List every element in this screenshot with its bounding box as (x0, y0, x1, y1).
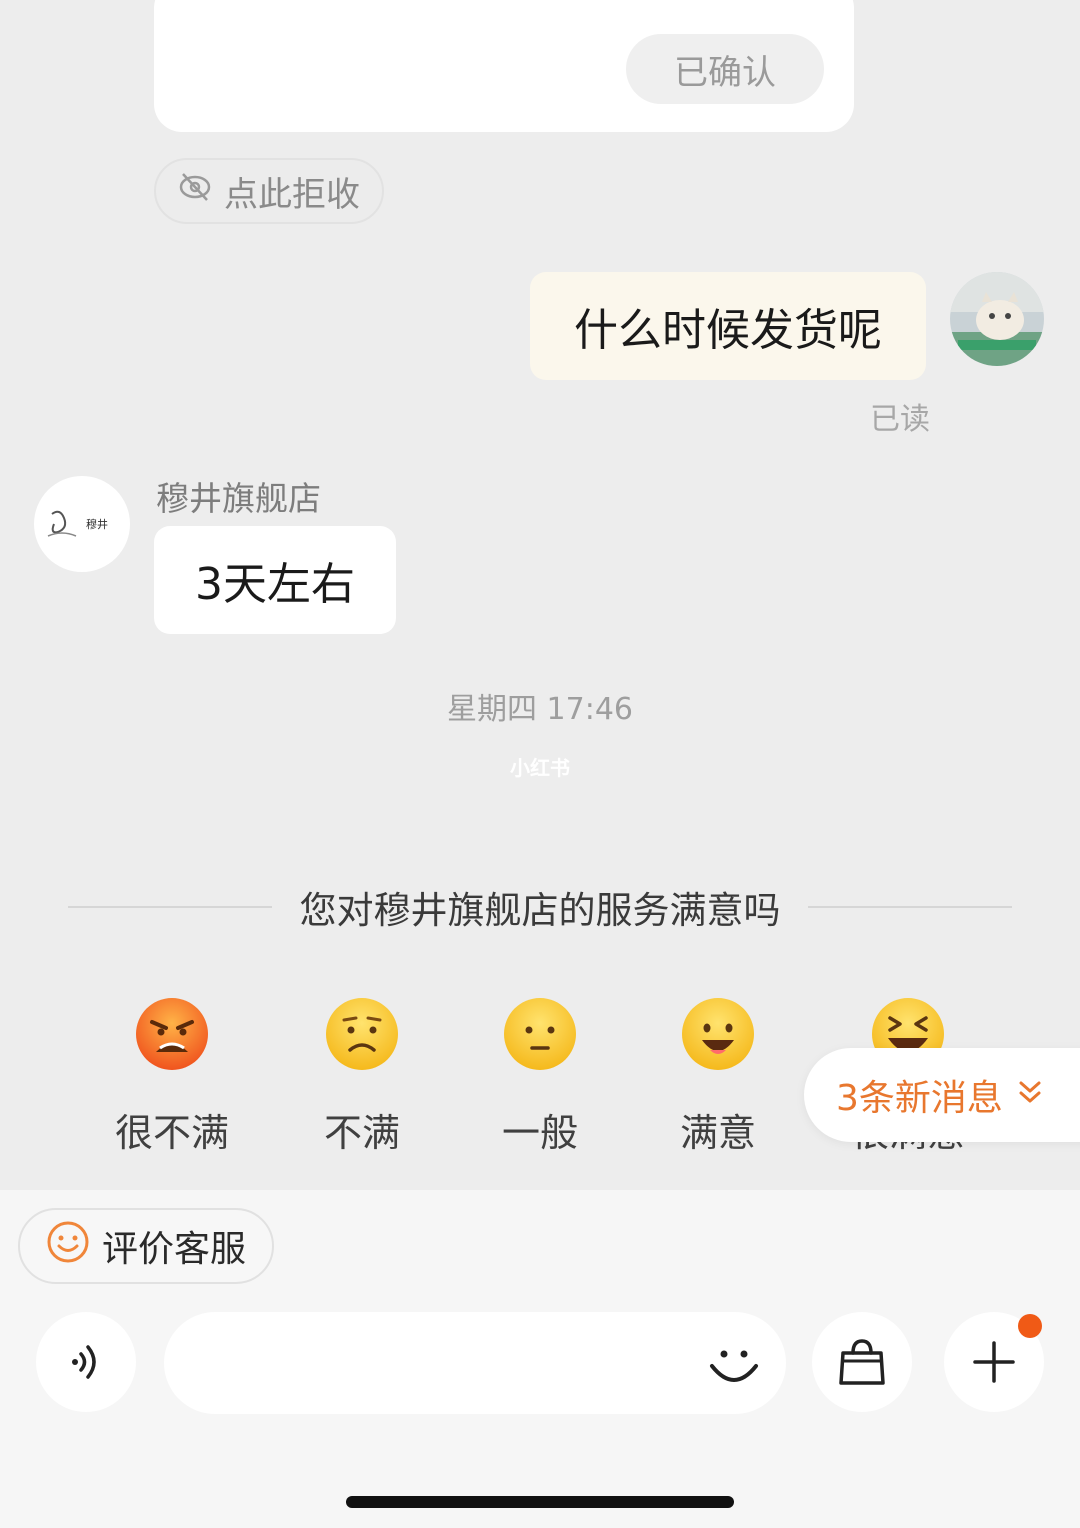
rating-label: 满意 (679, 1111, 756, 1155)
shopping-bag-button[interactable] (812, 1312, 912, 1412)
reject-delivery-button[interactable]: 点此拒收 (154, 158, 384, 224)
new-messages-label: 3条新消息 (836, 1078, 1003, 1119)
eye-off-icon (178, 170, 212, 213)
smile-face-icon (682, 998, 754, 1070)
rating-dissatisfied[interactable]: 不满 (272, 996, 452, 1157)
rate-service-button[interactable]: 评价客服 (18, 1208, 274, 1284)
my-avatar[interactable] (950, 272, 1044, 366)
shopping-bag-icon (839, 1339, 885, 1385)
rating-very-dissatisfied[interactable]: 很不满 (82, 996, 262, 1157)
rate-service-label: 评价客服 (102, 1229, 247, 1270)
divider-right (808, 906, 1012, 908)
reject-label: 点此拒收 (224, 174, 360, 215)
smile-icon (46, 1220, 90, 1273)
rating-satisfied[interactable]: 满意 (628, 996, 808, 1157)
plus-icon (973, 1341, 1015, 1383)
emoji-icon[interactable] (704, 1334, 764, 1398)
rating-neutral[interactable]: 一般 (450, 996, 630, 1157)
double-chevron-down-icon (1015, 1075, 1045, 1116)
home-indicator[interactable] (346, 1496, 734, 1508)
shop-name: 穆井旗舰店 (156, 479, 321, 518)
outgoing-message-bubble[interactable]: 什么时候发货呢 (530, 272, 926, 380)
frown-face-icon (326, 998, 398, 1070)
confirmed-button[interactable]: 已确认 (626, 34, 824, 104)
shop-avatar[interactable]: 穆井 (34, 476, 130, 572)
message-input[interactable] (204, 1332, 688, 1394)
voice-icon (72, 1345, 96, 1379)
rating-label: 一般 (501, 1111, 578, 1155)
notification-dot (1018, 1314, 1042, 1338)
incoming-message-bubble[interactable]: 3天左右 (154, 526, 396, 634)
message-input-box[interactable] (164, 1312, 786, 1414)
shop-logo-text: 穆井 (86, 517, 108, 531)
read-status: 已读 (870, 402, 930, 437)
new-messages-button[interactable]: 3条新消息 (804, 1048, 1080, 1142)
shop-logo-icon: 穆井 (47, 510, 108, 537)
angry-face-icon (136, 998, 208, 1070)
rating-label: 很不满 (114, 1111, 229, 1155)
divider-left (68, 906, 272, 908)
satisfaction-question: 您对穆井旗舰店的服务满意吗 (299, 889, 781, 932)
neutral-face-icon (504, 998, 576, 1070)
watermark: 小红书 (510, 756, 570, 780)
message-timestamp: 星期四 17:46 (447, 692, 633, 727)
voice-input-button[interactable] (36, 1312, 136, 1412)
rating-label: 不满 (323, 1111, 400, 1155)
